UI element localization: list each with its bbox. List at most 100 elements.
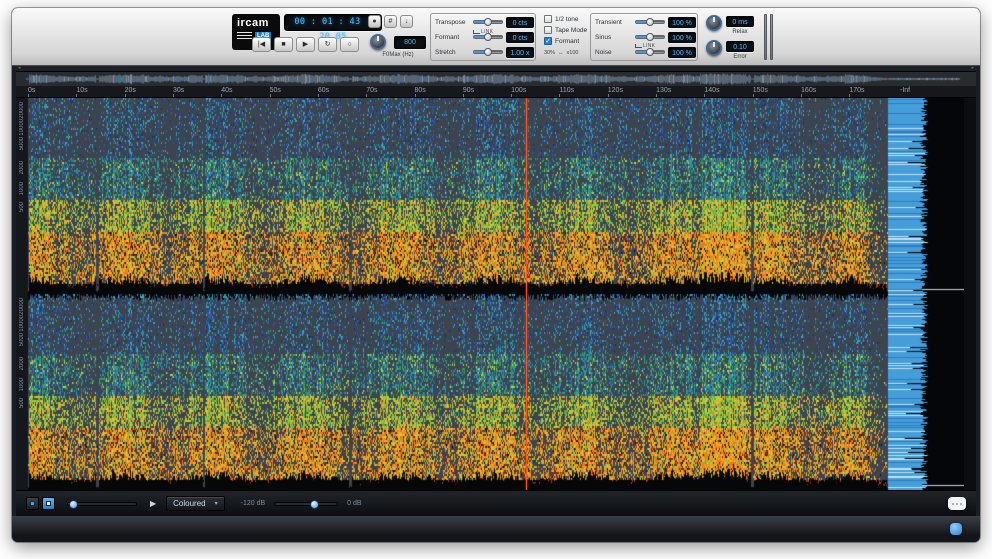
formant-slider[interactable] — [473, 35, 503, 39]
freq-label: 500 — [17, 398, 27, 408]
f0max-knob[interactable] — [370, 34, 386, 50]
f0max-label: F0Max (Hz) — [362, 52, 434, 58]
ruler-tick: 20s — [125, 87, 136, 94]
zoom-out-button[interactable] — [26, 497, 39, 510]
ruler-tick: 10s — [76, 87, 87, 94]
tape-mode-checkbox[interactable]: Tape Mode — [544, 26, 587, 34]
formant-box[interactable]: ✓ — [544, 37, 552, 45]
toolbar: ircam LAB 00 : 01 : 43 : 20.05 |◀ ■ ▶ ↻ … — [12, 8, 980, 66]
transient-label: Transient — [595, 19, 622, 26]
freq-label: 500 — [17, 202, 27, 212]
formant-checkbox[interactable]: ✓ Formant — [544, 37, 579, 45]
range-max-label: x100 — [567, 50, 579, 56]
overview-waveform[interactable] — [16, 72, 976, 86]
spectrogram-canvas[interactable] — [16, 98, 964, 490]
ruler-tick: 150s — [753, 87, 768, 94]
freq-label: 2000 — [17, 161, 27, 174]
relax-knob[interactable] — [706, 15, 722, 31]
freq-label: 10000 — [17, 119, 27, 136]
sinus-label: Sinus — [595, 34, 611, 41]
tape-mode-label: Tape Mode — [555, 27, 587, 34]
loop-button[interactable]: ↻ — [318, 37, 337, 52]
stretch-label: Stretch — [435, 49, 456, 56]
transient-value: 100 % — [668, 17, 696, 28]
expand-arrow-icon[interactable]: ▶ — [150, 499, 156, 508]
zoom-slider[interactable] — [67, 502, 137, 506]
mix-panel: Transient 100 % Sinus 100 % LINK Noise 1… — [590, 13, 698, 61]
zoom-in-button[interactable] — [42, 497, 55, 510]
zoom-out-icon — [30, 501, 35, 506]
stretch-range: 30% ↔ x100 — [544, 50, 578, 56]
sinus-value: 100 % — [668, 32, 696, 43]
ruler-tick: 50s — [270, 87, 281, 94]
scroll-right-icon[interactable]: ▸ — [971, 66, 974, 71]
hash-button[interactable]: # — [384, 15, 397, 28]
toolbar-grip — [770, 14, 773, 60]
formant-value: 0 cts — [506, 32, 534, 43]
transpose-label: Transpose — [435, 19, 465, 26]
freq-label: 1000 — [17, 378, 27, 391]
ruler-tick: 110s — [559, 87, 574, 94]
record-button[interactable]: ○ — [340, 37, 359, 52]
chat-badge-icon[interactable] — [950, 523, 962, 535]
freq-label: 20000 — [17, 298, 27, 315]
db-range-slider[interactable] — [274, 502, 338, 506]
workspace: ◂ ▸ 0s10s20s30s40s50s60s70s80s90s100s110… — [16, 66, 976, 516]
relax-label: Relax — [726, 29, 754, 35]
freq-label: 5000 — [17, 137, 27, 150]
error-label: Error — [726, 54, 754, 60]
time-ruler[interactable]: 0s10s20s30s40s50s60s70s80s90s100s110s120… — [16, 86, 976, 98]
transpose-slider[interactable] — [473, 20, 503, 24]
play-button[interactable]: ▶ — [296, 37, 315, 52]
stretch-value: 1.00 x — [506, 47, 534, 58]
ruler-tick: 120s — [608, 87, 623, 94]
transpose-value: 0 cts — [506, 17, 534, 28]
arrow-down-button[interactable]: ↓ — [400, 15, 413, 28]
color-mode-select[interactable]: Coloured ▾ — [166, 496, 224, 511]
scroll-left-icon[interactable]: ◂ — [18, 66, 21, 71]
half-tone-box[interactable] — [544, 15, 552, 23]
ruler-tick: 40s — [221, 87, 232, 94]
error-knob[interactable] — [706, 40, 722, 56]
stretch-slider[interactable] — [473, 50, 503, 54]
ruler-tick: 170s — [849, 87, 864, 94]
zoom-in-icon — [46, 501, 51, 506]
freq-label: 5000 — [17, 333, 27, 346]
tape-mode-box[interactable] — [544, 26, 552, 34]
go-start-button[interactable]: |◀ — [252, 37, 271, 52]
freq-label: 1000 — [17, 182, 27, 195]
ruler-tick: 90s — [463, 87, 474, 94]
logo-bars-icon — [237, 32, 252, 40]
ruler-tick: 70s — [366, 87, 377, 94]
toolbar-grip — [764, 14, 767, 60]
chat-bubble-icon[interactable] — [948, 497, 966, 510]
window-frame-bottom — [12, 516, 980, 542]
ruler-tick: 140s — [704, 87, 719, 94]
formant-label: Formant — [435, 34, 459, 41]
arrows-h-icon: ↔ — [558, 50, 564, 56]
playhead[interactable] — [526, 98, 527, 490]
freq-label: 10000 — [17, 315, 27, 332]
noise-value: 100 % — [668, 47, 696, 58]
app-window: ircam LAB 00 : 01 : 43 : 20.05 |◀ ■ ▶ ↻ … — [12, 8, 980, 542]
noise-label: Noise — [595, 49, 612, 56]
freq-label: 20000 — [17, 102, 27, 119]
stop-button[interactable]: ■ — [274, 37, 293, 52]
ruler-tick: 100s — [511, 87, 526, 94]
ruler-tick: 0s — [28, 87, 35, 94]
ruler-end-label: -Inf — [900, 87, 910, 94]
noise-slider[interactable] — [635, 50, 665, 54]
half-tone-label: 1/2 tone — [555, 16, 579, 23]
ruler-tick: 30s — [173, 87, 184, 94]
sinus-slider[interactable] — [635, 35, 665, 39]
freq-label: 2000 — [17, 357, 27, 370]
half-tone-checkbox[interactable]: 1/2 tone — [544, 15, 579, 23]
ruler-tick: 130s — [656, 87, 671, 94]
db-max-label: 0 dB — [347, 500, 361, 507]
spectrogram-area: 2000010000500020001000500200001000050002… — [16, 98, 976, 490]
bottom-toolbar: ▶ Coloured ▾ -120 dB 0 dB — [16, 490, 976, 516]
transient-slider[interactable] — [635, 20, 665, 24]
f0max-value: 800 — [394, 36, 426, 49]
dot-button[interactable]: ● — [368, 15, 381, 28]
color-mode-value: Coloured — [173, 499, 205, 508]
